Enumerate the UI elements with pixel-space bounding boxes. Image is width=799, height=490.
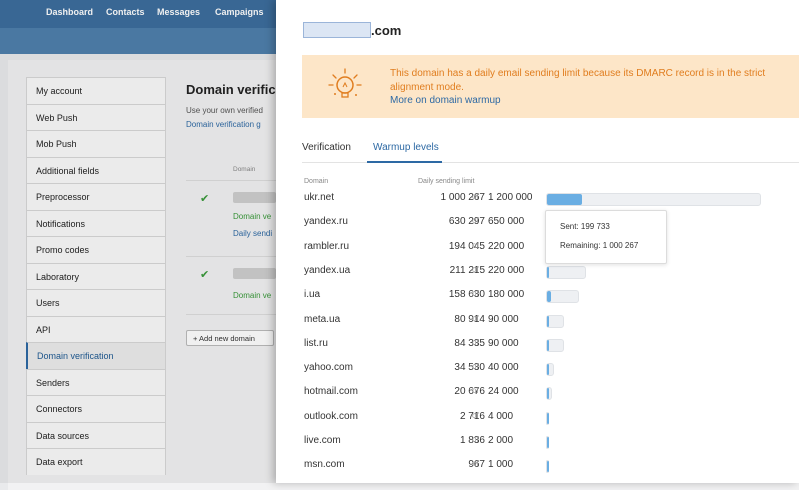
warmup-limit-header: Daily sending limit: [418, 178, 475, 185]
warmup-progress-fill: [547, 437, 549, 448]
of-label: of: [472, 240, 479, 250]
warmup-progress-bar[interactable]: [546, 314, 564, 328]
warmup-domain: yahoo.com: [304, 362, 353, 374]
warmup-limit: 90 000: [488, 337, 519, 349]
warmup-row: ukr.net 1 000 267 of 1 200 000: [276, 192, 799, 214]
of-label: of: [472, 192, 479, 201]
warmup-progress-bar[interactable]: [546, 265, 586, 279]
active-tab-indicator: [367, 161, 442, 163]
warmup-limit: 650 000: [488, 216, 525, 228]
alert-text: This domain has a daily email sending li…: [390, 68, 766, 93]
warmup-progress-bar[interactable]: [546, 363, 554, 377]
warmup-domain: ukr.net: [304, 192, 335, 203]
warmup-row: meta.ua 80 914 of 90 000: [276, 314, 799, 336]
warmup-domain: outlook.com: [304, 410, 358, 422]
warmup-row: yandex.ua 211 215 of 220 000: [276, 265, 799, 287]
warmup-current: 194 045: [448, 240, 485, 252]
warmup-row: list.ru 84 335 of 90 000: [276, 338, 799, 360]
warmup-progress-fill: [547, 194, 583, 205]
warmup-limit: 220 000: [488, 240, 525, 252]
warmup-progress-bar[interactable]: [546, 436, 549, 449]
warmup-alert: This domain has a daily email sending li…: [302, 55, 799, 118]
of-label: of: [472, 386, 479, 396]
warmup-row: yandex.ru 630 297 of 650 000: [276, 216, 799, 238]
warmup-progress-fill: [547, 315, 549, 327]
warmup-domain: yandex.ua: [304, 264, 351, 276]
tooltip-sent: Sent: 199 733: [560, 222, 610, 231]
tab-verification[interactable]: Verification: [302, 142, 351, 153]
warmup-limit: 40 000: [488, 362, 519, 374]
warmup-domain: hotmail.com: [304, 386, 358, 398]
warmup-progress-bar[interactable]: [546, 290, 579, 304]
of-label: of: [472, 362, 479, 372]
redacted-domain-name: [303, 22, 371, 38]
warmup-limit: 2 000: [488, 435, 514, 446]
warmup-progress-fill: [547, 339, 549, 351]
warmup-current: 630 297: [448, 216, 485, 228]
of-label: of: [472, 337, 479, 347]
of-label: of: [472, 459, 479, 469]
warmup-limit: 1 000: [488, 459, 514, 471]
warmup-current: 80 914: [454, 313, 485, 325]
warmup-limit: 24 000: [488, 386, 519, 398]
domain-drawer: .com This domain has a daily email sendi…: [276, 0, 799, 483]
warmup-current: 20 676: [454, 386, 485, 398]
warmup-domain: list.ru: [304, 337, 328, 349]
domain-warmup-link[interactable]: More on domain warmup: [390, 95, 501, 106]
warmup-progress-bar[interactable]: [546, 193, 761, 206]
warmup-domain: meta.ua: [304, 313, 341, 325]
of-label: of: [472, 313, 479, 323]
usage-tooltip: Sent: 199 733 Remaining: 1 000 267: [545, 210, 667, 264]
warmup-row: i.ua 158 630 of 180 000: [276, 289, 799, 311]
warmup-progress-fill: [547, 364, 549, 376]
warmup-limit: 90 000: [488, 313, 519, 325]
warmup-domain: rambler.ru: [304, 240, 350, 252]
of-label: of: [472, 264, 479, 274]
of-label: of: [472, 216, 479, 226]
warmup-row: rambler.ru 194 045 of 220 000: [276, 241, 799, 263]
domain-suffix: .com: [371, 23, 402, 38]
warmup-progress-bar[interactable]: [546, 460, 549, 474]
warmup-domain: msn.com: [304, 459, 345, 471]
warmup-progress-fill: [547, 388, 549, 400]
warmup-current: 211 215: [449, 264, 485, 276]
warmup-limit: 4 000: [488, 410, 514, 422]
warmup-domain: i.ua: [304, 289, 321, 301]
warmup-progress-fill: [547, 461, 549, 473]
of-label: of: [472, 289, 479, 299]
warmup-row: yahoo.com 34 530 of 40 000: [276, 362, 799, 384]
warmup-limit: 1 200 000: [488, 192, 533, 203]
warmup-current: 158 630: [448, 289, 485, 301]
warmup-current: 84 335: [454, 337, 485, 349]
warmup-progress-bar[interactable]: [546, 338, 564, 352]
backdrop[interactable]: [0, 0, 276, 483]
warmup-domain: live.com: [304, 435, 341, 446]
warmup-domain: yandex.ru: [304, 216, 348, 228]
warmup-limit: 180 000: [488, 289, 525, 301]
warmup-row: live.com 1 836 of 2 000: [276, 435, 799, 457]
warmup-row: msn.com 967 of 1 000: [276, 459, 799, 481]
of-label: of: [472, 435, 479, 444]
of-label: of: [472, 410, 479, 420]
lightbulb-icon: [328, 68, 362, 98]
warmup-row: hotmail.com 20 676 of 24 000: [276, 386, 799, 408]
warmup-limit: 220 000: [488, 264, 525, 276]
warmup-progress-fill: [547, 291, 551, 303]
warmup-domain-header: Domain: [304, 178, 329, 185]
warmup-progress-bar[interactable]: [546, 411, 549, 425]
warmup-progress-fill: [547, 412, 549, 424]
warmup-row: outlook.com 2 716 of 4 000: [276, 411, 799, 433]
tab-warmup-levels[interactable]: Warmup levels: [373, 142, 439, 153]
warmup-progress-fill: [547, 266, 549, 278]
warmup-current: 34 530: [454, 362, 485, 374]
tooltip-remaining: Remaining: 1 000 267: [560, 241, 639, 250]
warmup-progress-bar[interactable]: [546, 387, 552, 401]
